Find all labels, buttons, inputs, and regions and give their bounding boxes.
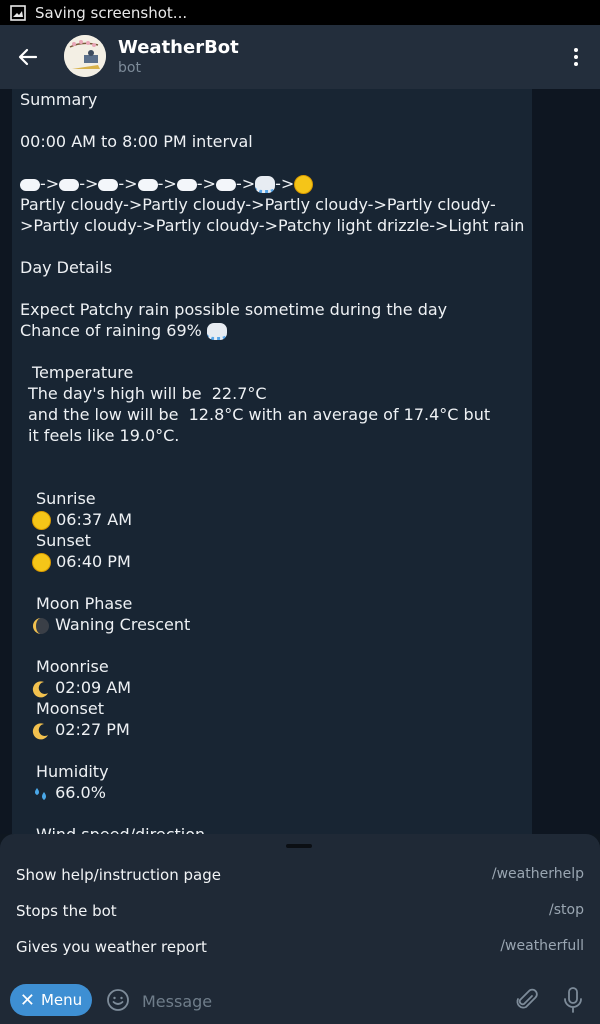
droplets-icon	[35, 787, 46, 800]
expect-text: Expect Patchy rain possible sometime dur…	[20, 300, 448, 319]
attach-icon[interactable]	[516, 988, 538, 1012]
sun-icon	[32, 553, 51, 572]
sunset-label: Sunset	[36, 531, 91, 550]
temp-line-3: it feels like 19.0°C.	[28, 426, 180, 445]
chat-area[interactable]: Summary 00:00 AM to 8:00 PM interval -> -…	[0, 89, 600, 834]
command-description: Gives you weather report	[16, 938, 207, 956]
forecast-line-2: >Partly cloudy->Partly cloudy->Patchy li…	[20, 216, 525, 235]
bot-avatar[interactable]	[64, 35, 106, 77]
crescent-moon-icon	[32, 680, 48, 697]
moonset-label: Moonset	[36, 699, 104, 718]
humidity-row: 66.0%	[32, 782, 542, 803]
moonset-row: 02:27 PM	[32, 719, 542, 740]
moonset-value: 02:27 PM	[55, 720, 130, 739]
cloud-icon	[176, 178, 197, 191]
more-options-icon[interactable]	[566, 47, 586, 67]
moon-phase-value: Waning Crescent	[55, 615, 191, 634]
cloud-icon	[20, 178, 40, 191]
status-bar: Saving screenshot...	[0, 0, 600, 25]
forecast-line-1: Partly cloudy->Partly cloudy->Partly clo…	[20, 195, 496, 214]
menu-button[interactable]: ✕ Menu	[10, 984, 92, 1016]
forecast-emoji-row: -> -> -> -> -> -> ->	[20, 173, 530, 194]
command-item-weatherhelp[interactable]: Show help/instruction page /weatherhelp	[16, 862, 586, 890]
back-arrow-icon[interactable]	[16, 45, 40, 69]
command-description: Stops the bot	[16, 902, 117, 920]
moonrise-row: 02:09 AM	[32, 677, 542, 698]
input-bar: ✕ Menu	[0, 974, 600, 1024]
humidity-value: 66.0%	[55, 783, 106, 802]
chance-row: Chance of raining 69%	[20, 320, 530, 341]
sunrise-value: 06:37 AM	[56, 510, 133, 529]
cloud-icon	[137, 178, 158, 191]
sunrise-label: Sunrise	[36, 489, 96, 508]
command-item-weatherfull[interactable]: Gives you weather report /weatherfull	[16, 934, 586, 962]
chat-subtitle: bot	[118, 60, 141, 76]
command-code: /stop	[549, 902, 584, 918]
waning-crescent-icon	[33, 617, 49, 634]
message-input[interactable]	[140, 986, 504, 1016]
moon-phase-row: Waning Crescent	[32, 614, 542, 635]
moonrise-label: Moonrise	[36, 657, 109, 676]
command-code: /weatherhelp	[491, 866, 584, 882]
chat-header: WeatherBot bot	[0, 25, 600, 89]
screenshot-icon	[10, 4, 26, 21]
moon-phase-label: Moon Phase	[36, 594, 133, 613]
close-icon: ✕	[19, 989, 35, 1011]
cloud-icon	[215, 178, 236, 191]
wind-label: Wind speed/direction	[36, 824, 546, 834]
rain-cloud-icon	[206, 323, 227, 340]
command-description: Show help/instruction page	[16, 866, 221, 884]
crescent-moon-icon	[32, 722, 48, 739]
moonrise-value: 02:09 AM	[55, 678, 132, 697]
emoji-icon[interactable]	[106, 988, 130, 1012]
temp-line-1: The day's high will be 22.7°C	[28, 384, 267, 403]
rain-cloud-icon	[255, 176, 276, 193]
day-details-heading: Day Details	[20, 258, 113, 277]
command-code: /weatherfull	[500, 938, 584, 954]
temperature-heading: Temperature	[32, 363, 134, 382]
sheet-handle[interactable]	[286, 844, 312, 848]
status-text: Saving screenshot...	[35, 3, 188, 22]
command-item-stop[interactable]: Stops the bot /stop	[16, 898, 586, 926]
interval-text: 00:00 AM to 8:00 PM interval	[20, 132, 253, 151]
sunrise-row: 06:37 AM	[32, 509, 542, 530]
microphone-icon[interactable]	[562, 986, 584, 1014]
humidity-label: Humidity	[36, 762, 109, 781]
menu-label: Menu	[40, 991, 83, 1009]
chat-title: WeatherBot	[118, 37, 239, 58]
cloud-icon	[59, 178, 80, 191]
bot-commands-sheet: Show help/instruction page /weatherhelp …	[0, 834, 600, 974]
temp-line-2: and the low will be 12.8°C with an avera…	[28, 405, 491, 424]
chance-text: Chance of raining 69%	[20, 321, 202, 340]
sunset-value: 06:40 PM	[56, 552, 131, 571]
cloud-icon	[98, 178, 119, 191]
sun-icon	[32, 511, 51, 530]
sun-icon	[294, 175, 314, 194]
summary-heading: Summary	[20, 90, 98, 109]
sunset-row: 06:40 PM	[32, 551, 542, 572]
